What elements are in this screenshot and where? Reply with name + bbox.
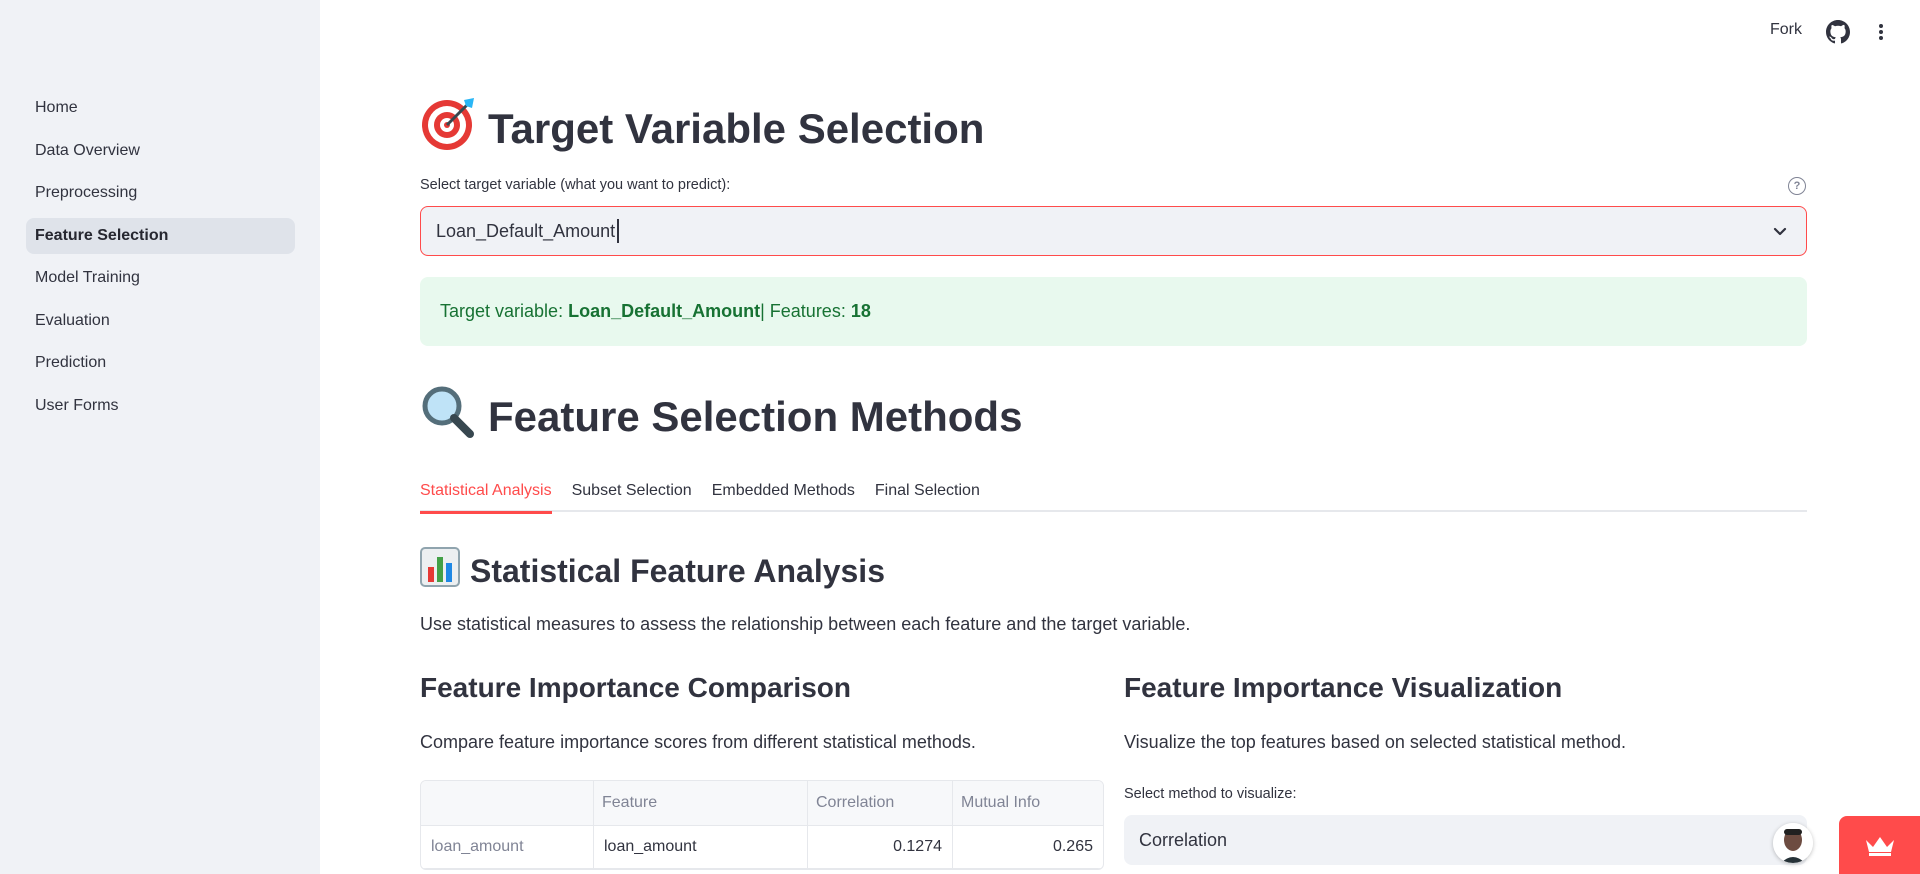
success-separator: | Features: (760, 301, 846, 321)
bar-chart-icon (420, 547, 460, 595)
sidebar-item-model-training[interactable]: Model Training (26, 260, 295, 296)
visualization-select-label: Select method to visualize: (1124, 786, 1297, 802)
comparison-title: Feature Importance Comparison (420, 672, 851, 703)
success-count: 18 (850, 301, 871, 321)
target-variable-heading: Target Variable Selection (420, 96, 984, 162)
github-icon[interactable] (1826, 20, 1850, 44)
target-variable-select[interactable]: Loan_Default_Amount (420, 206, 1807, 256)
sidebar: Home Data Overview Preprocessing Feature… (0, 0, 320, 874)
sidebar-item-user-forms[interactable]: User Forms (26, 388, 295, 424)
avatar[interactable] (1773, 823, 1813, 863)
tab-subset-selection[interactable]: Subset Selection (572, 470, 692, 512)
table-cell-correlation[interactable]: 0.1274 (808, 826, 953, 869)
target-select-label: Select target variable (what you want to… (420, 177, 731, 193)
page-title: Target Variable Selection (488, 105, 985, 152)
comparison-description: Compare feature importance scores from d… (420, 732, 976, 752)
statistical-analysis-heading: Statistical Feature Analysis (420, 547, 885, 595)
visualization-select-value: Correlation (1139, 829, 1228, 850)
table-header-mutual-info[interactable]: Mutual Info (953, 781, 1103, 826)
table-header-correlation[interactable]: Correlation (808, 781, 953, 826)
crown-icon[interactable] (1839, 816, 1920, 874)
visualization-description: Visualize the top features based on sele… (1124, 732, 1626, 752)
sidebar-item-preprocessing[interactable]: Preprocessing (26, 175, 295, 211)
statistical-title: Statistical Feature Analysis (470, 552, 885, 589)
magnifying-glass-icon (420, 384, 476, 450)
tab-final-selection[interactable]: Final Selection (875, 470, 980, 512)
sidebar-item-prediction[interactable]: Prediction (26, 345, 295, 381)
table-cell-mutual-info[interactable]: 0.265 (953, 826, 1103, 869)
visualization-method-select[interactable]: Correlation (1124, 815, 1807, 865)
sidebar-item-home[interactable]: Home (26, 90, 295, 126)
fork-button[interactable]: Fork (1770, 21, 1802, 39)
sidebar-item-evaluation[interactable]: Evaluation (26, 303, 295, 339)
direct-hit-icon (420, 96, 476, 162)
table-header-index[interactable] (421, 781, 594, 826)
target-select-value: Loan_Default_Amount (436, 220, 616, 241)
table-header-row: Feature Correlation Mutual Info (421, 781, 1103, 826)
table-row: loan_amount loan_amount 0.1274 0.265 (421, 826, 1103, 869)
sidebar-item-feature-selection[interactable]: Feature Selection (26, 217, 295, 254)
tab-embedded-methods[interactable]: Embedded Methods (712, 470, 855, 512)
section-title: Feature Selection Methods (488, 393, 1023, 440)
kebab-menu-icon[interactable] (1871, 20, 1891, 44)
tab-statistical-analysis[interactable]: Statistical Analysis (420, 470, 552, 514)
success-target: Loan_Default_Amount (568, 301, 761, 321)
table-cell-feature[interactable]: loan_amount (594, 826, 808, 869)
visualization-title: Feature Importance Visualization (1124, 672, 1563, 703)
question-circle-icon[interactable]: ? (1788, 177, 1806, 195)
sidebar-nav: Home Data Overview Preprocessing Feature… (26, 90, 295, 430)
table-cell-index[interactable]: loan_amount (421, 826, 594, 869)
feature-importance-table: Feature Correlation Mutual Info loan_amo… (420, 780, 1104, 870)
sidebar-item-data-overview[interactable]: Data Overview (26, 133, 295, 169)
statistical-description: Use statistical measures to assess the r… (420, 614, 1191, 634)
table-header-feature[interactable]: Feature (594, 781, 808, 826)
success-prefix: Target variable: (440, 301, 564, 321)
chevron-down-icon (1773, 227, 1787, 236)
method-tabs: Statistical Analysis Subset Selection Em… (420, 470, 1807, 514)
feature-selection-methods-heading: Feature Selection Methods (420, 384, 1022, 450)
target-success-alert: Target variable: Loan_Default_Amount | F… (420, 277, 1807, 346)
